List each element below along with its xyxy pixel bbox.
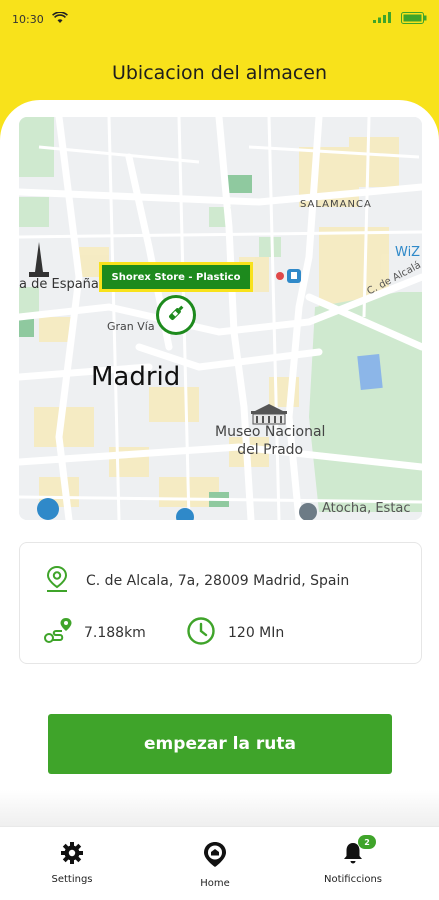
notification-badge: 2	[358, 835, 376, 849]
map-pin-home-icon	[202, 841, 228, 872]
gear-icon	[60, 841, 84, 868]
status-time: 10:30	[12, 12, 44, 26]
map-label-museo: Museo Nacional del Prado	[215, 424, 326, 458]
map-label-atocha: Atocha, Estac	[322, 501, 411, 516]
map-label-wiz: WiZ	[395, 245, 421, 260]
bottom-nav: Settings Home 2 Notificcions	[0, 826, 439, 900]
bottle-icon	[165, 302, 187, 329]
nav-home-label: Home	[200, 878, 230, 889]
map-canvas	[19, 117, 422, 520]
nav-notifications-label: Notificcions	[323, 874, 383, 885]
signal-icon	[373, 12, 393, 26]
nav-settings[interactable]: Settings	[27, 841, 117, 885]
duration-text: 120 MIn	[228, 625, 285, 641]
page-title: Ubicacion del almacen	[111, 62, 328, 84]
duration-row: 120 MIn	[186, 616, 284, 650]
distance-row: 7.188km	[42, 616, 146, 650]
location-pin-icon	[44, 565, 70, 597]
distance-text: 7.188km	[84, 625, 146, 641]
map-label-gran-via: Gran Vía	[107, 320, 155, 333]
store-pin[interactable]	[156, 295, 196, 335]
clock-icon	[186, 616, 216, 650]
bottom-divider	[0, 790, 439, 826]
map-label-salamanca: SALAMANCA	[300, 199, 372, 210]
nav-notifications[interactable]: 2 Notificcions	[308, 835, 398, 885]
map-view[interactable]: SALAMANCA a de España Gran Vía Madrid Mu…	[19, 117, 422, 520]
store-location-tag[interactable]: Shorex Store - Plastico	[99, 262, 253, 292]
route-icon	[42, 616, 74, 650]
address-text: C. de Alcala, 7a, 28009 Madrid, Spain	[86, 573, 350, 589]
status-bar: 10:30	[0, 0, 439, 38]
battery-icon	[401, 11, 427, 27]
route-info-card: C. de Alcala, 7a, 28009 Madrid, Spain 7.…	[19, 542, 422, 664]
map-label-madrid: Madrid	[91, 362, 181, 392]
address-row: C. de Alcala, 7a, 28009 Madrid, Spain	[44, 565, 349, 597]
map-label-espana: a de España	[19, 277, 99, 292]
wifi-icon	[51, 10, 68, 27]
nav-home[interactable]: Home	[170, 841, 260, 889]
start-route-button[interactable]: empezar la ruta	[48, 714, 392, 774]
nav-settings-label: Settings	[51, 874, 93, 885]
